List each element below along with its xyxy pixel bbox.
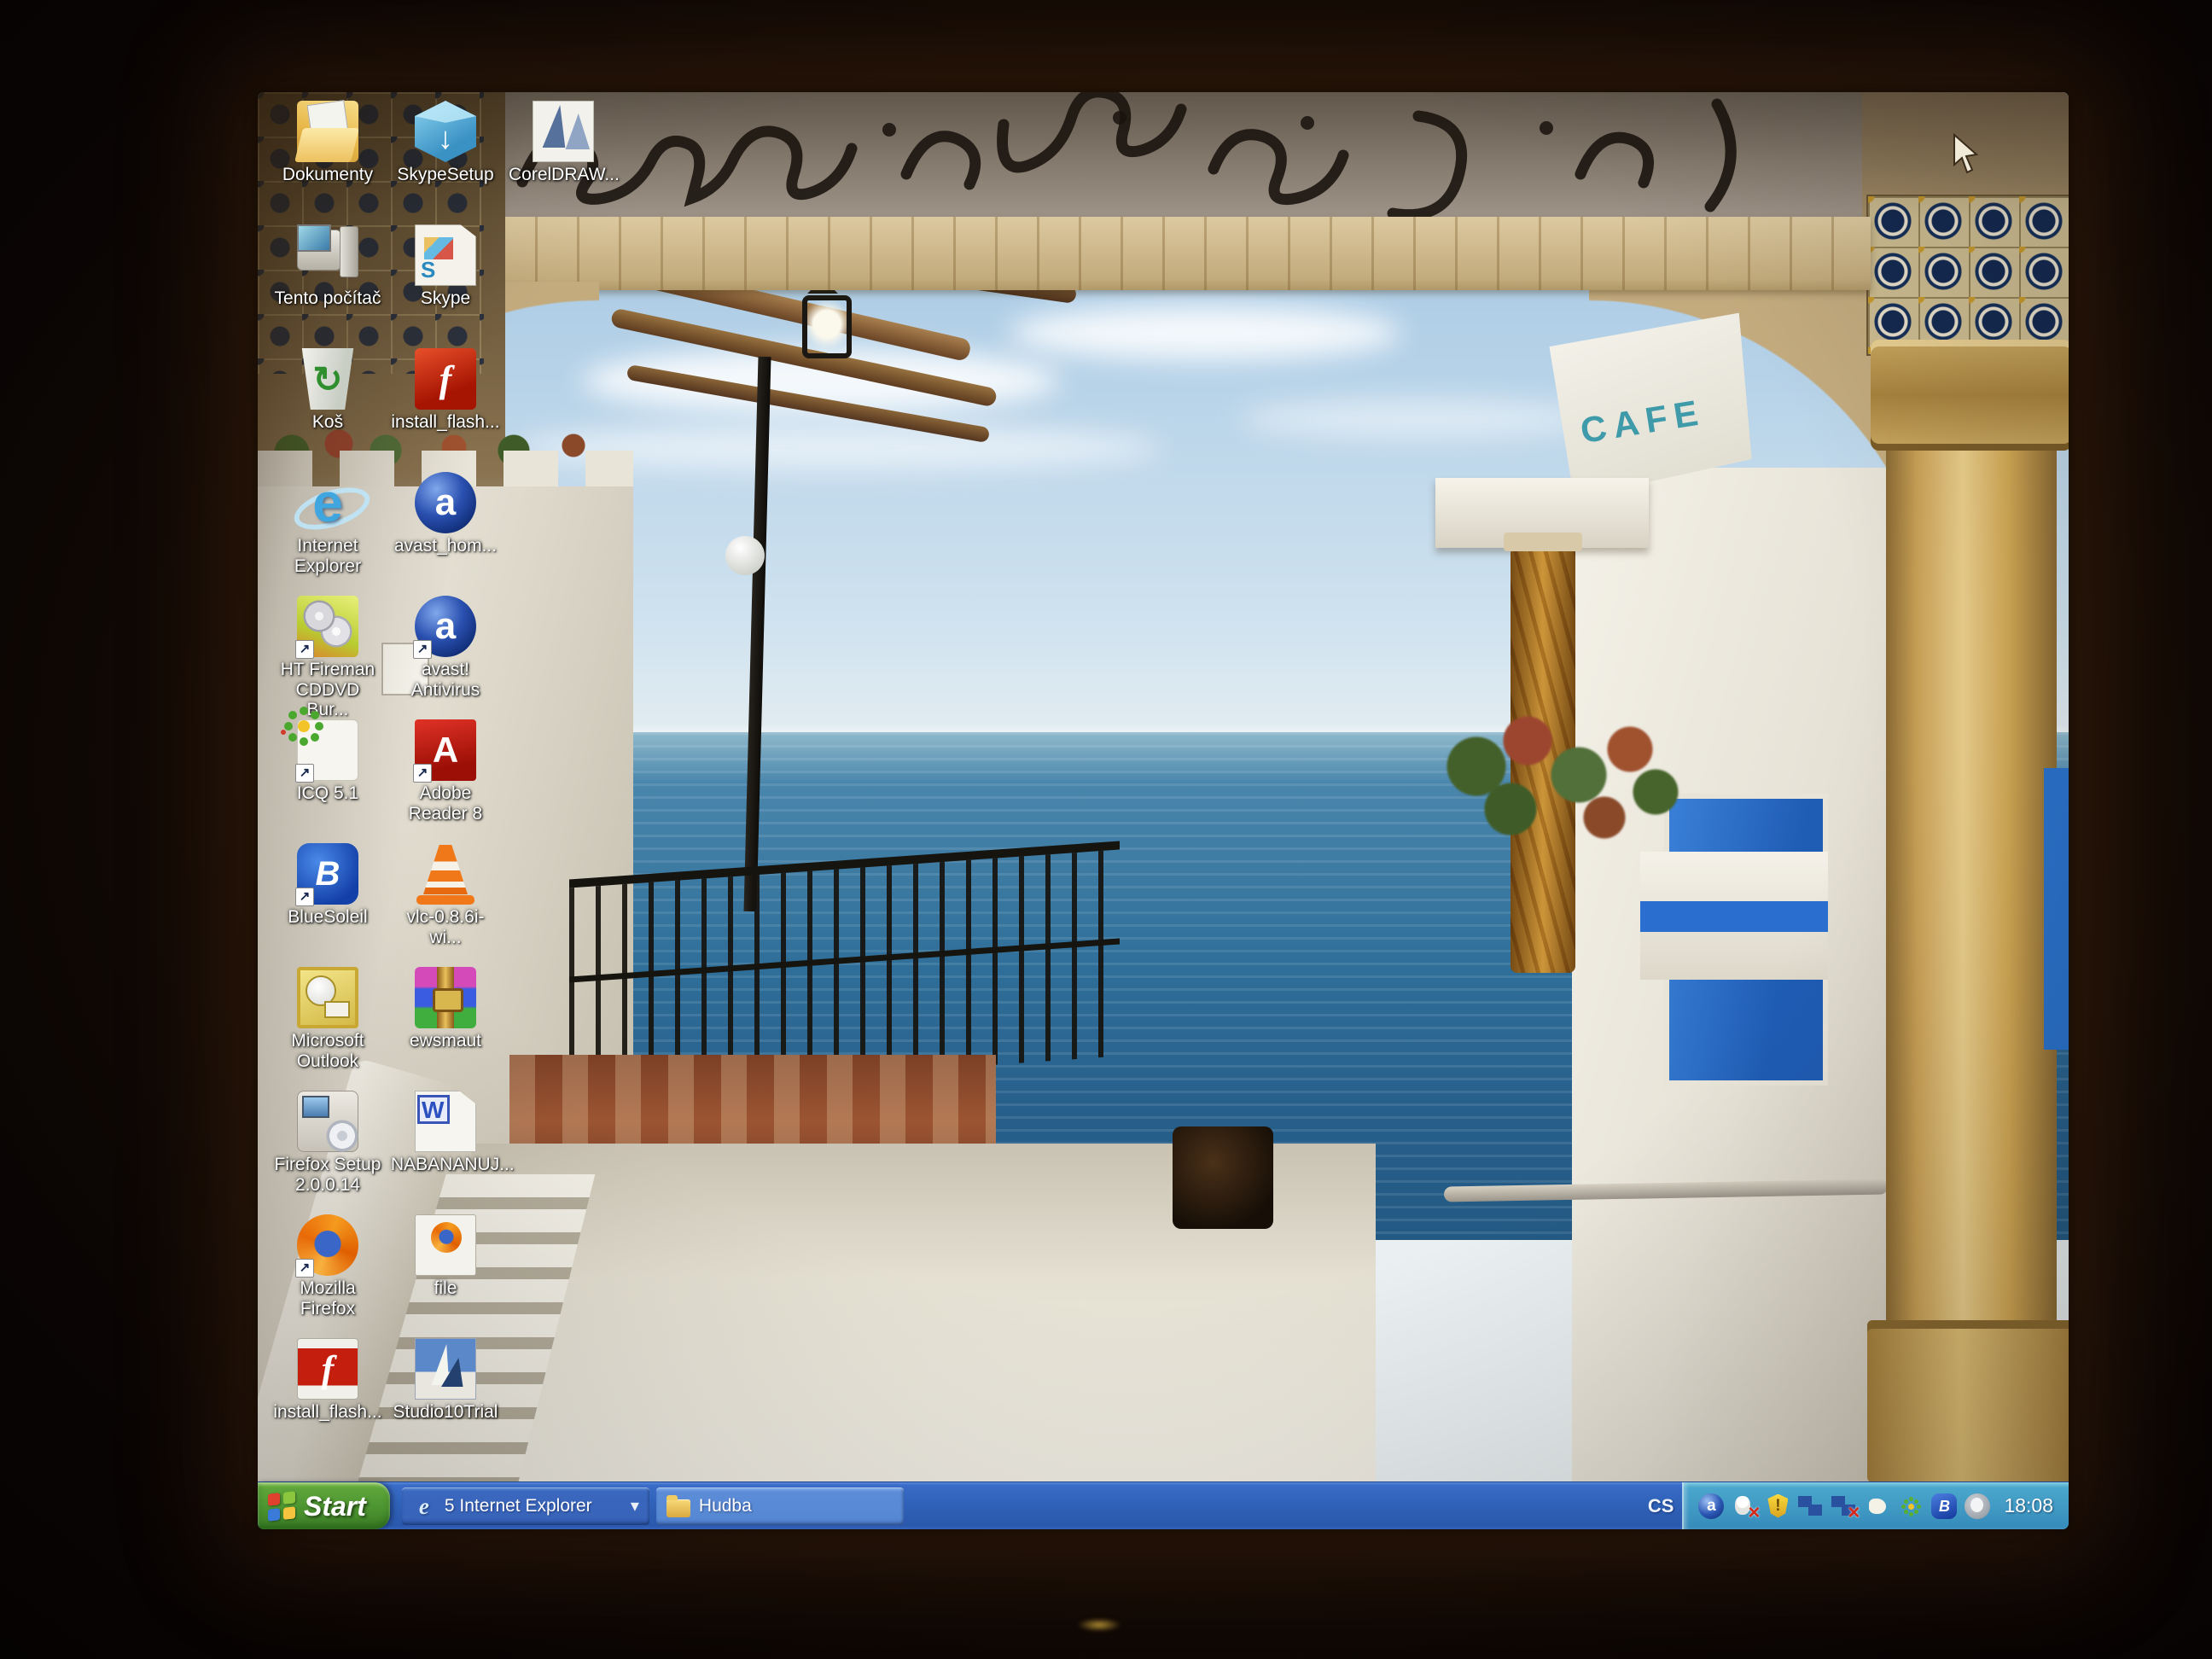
desktop-icon-label: avast_hom... xyxy=(391,536,500,556)
alert-x-icon[interactable] xyxy=(1732,1493,1757,1519)
internet-explorer-icon: e xyxy=(297,472,358,533)
avast-tray-icon[interactable] xyxy=(1698,1493,1724,1519)
taskbar-button-label: 5 Internet Explorer xyxy=(445,1496,622,1516)
desktop-icon-label: Internet Explorer xyxy=(273,536,382,576)
desktop-icon-skypesetup[interactable]: ↓ SkypeSetup xyxy=(391,101,500,185)
dropdown-caret-icon: ▾ xyxy=(631,1495,639,1516)
taskbar-button-label: Hudba xyxy=(699,1496,894,1516)
tray-icons xyxy=(1691,1493,1990,1519)
word-doc-icon: W xyxy=(415,1091,476,1152)
winrar-icon xyxy=(415,967,476,1028)
desktop-icon-file[interactable]: file xyxy=(391,1214,500,1299)
icq-flower-icon[interactable] xyxy=(1898,1493,1924,1519)
moon-icon[interactable] xyxy=(1965,1493,1990,1519)
desktop-icon-avast-antivirus[interactable]: aavast! Antivirus xyxy=(391,596,500,700)
start-button[interactable]: Start xyxy=(258,1482,390,1529)
desktop-icon-bluesoleil[interactable]: BBlueSoleil xyxy=(273,843,382,928)
desktop-icon-label: Mozilla Firefox xyxy=(273,1278,382,1318)
desktop-icon-label: HT Fireman CDDVD Bur... xyxy=(273,660,382,720)
taskbar-windows: 5 Internet Explorer ▾ Hudba xyxy=(402,1487,904,1525)
desktop-icon-label: avast! Antivirus xyxy=(391,660,500,700)
desktop-icon-label: file xyxy=(391,1278,500,1299)
security-shield-icon[interactable] xyxy=(1765,1493,1790,1519)
recycle-bin-icon: ↻ xyxy=(297,348,358,410)
desktop-icon-label: ewsmaut xyxy=(391,1031,500,1051)
desktop-icon-label: NABANANUJ... xyxy=(391,1155,500,1175)
desktop-icon-label: Dokumenty xyxy=(273,165,382,185)
studio-icon xyxy=(415,1338,476,1400)
desktop-icon-install-flash[interactable]: finstall_flash... xyxy=(273,1338,382,1423)
taskbar-button-5-internet-explorer[interactable]: 5 Internet Explorer ▾ xyxy=(402,1487,649,1525)
corel-icon xyxy=(533,101,594,162)
bluetooth-icon: B xyxy=(297,843,358,905)
desktop-icon-label: SkypeSetup xyxy=(391,165,500,185)
wallpaper-vignette xyxy=(258,92,2069,1482)
flash-file-icon: f xyxy=(297,1338,358,1400)
desktop-icon-adobe-reader-8[interactable]: AAdobe Reader 8 xyxy=(391,719,500,824)
desktop-icon-label: CorelDRAW... xyxy=(509,165,618,185)
taskbar-button-hudba[interactable]: Hudba xyxy=(656,1487,904,1525)
flash-cube-icon: f xyxy=(415,348,476,410)
desktop-icon-label: vlc-0.8.6i-wi... xyxy=(391,907,500,947)
desktop-icon-label: Skype xyxy=(391,288,500,309)
desktop-icon-icq-5-1[interactable]: ICQ 5.1 xyxy=(273,719,382,804)
outlook-icon xyxy=(297,967,358,1028)
folder-documents-icon xyxy=(297,101,358,162)
desktop-icon-label: Tento počítač xyxy=(273,288,382,309)
folder-icon xyxy=(667,1499,690,1517)
cd-burner-icon xyxy=(297,596,358,657)
windows-logo-icon xyxy=(268,1491,295,1521)
desktop-icon-avast-hom[interactable]: a avast_hom... xyxy=(391,472,500,556)
monitor-screen: CAFE xyxy=(258,92,2069,1529)
desktop-icon-ewsmaut[interactable]: ewsmaut xyxy=(391,967,500,1051)
desktop-icon-microsoft-outlook[interactable]: Microsoft Outlook xyxy=(273,967,382,1071)
desktop-icon-label: ICQ 5.1 xyxy=(273,783,382,804)
adobe-reader-icon: A xyxy=(415,719,476,781)
desktop-icon-label: Koš xyxy=(273,412,382,433)
my-computer-icon xyxy=(297,224,358,286)
desktop-icon-ht-fireman-cddvd-bur[interactable]: HT Fireman CDDVD Bur... xyxy=(273,596,382,720)
language-indicator[interactable]: CS xyxy=(1648,1497,1674,1516)
avast-ball-icon: a xyxy=(415,472,476,533)
desktop-icon-label: Firefox Setup 2.0.0.14 xyxy=(273,1155,382,1195)
avast-ball-icon: a xyxy=(415,596,476,657)
installer-cd-icon xyxy=(297,1091,358,1152)
desktop[interactable]: CAFE xyxy=(258,92,2069,1482)
desktop-icon-tento-po-ta[interactable]: Tento počítač xyxy=(273,224,382,309)
firefox-icon xyxy=(297,1214,358,1276)
taskbar: Start 5 Internet Explorer ▾ Hudba CS 18:08 xyxy=(258,1481,2069,1529)
desktop-icon-studio10trial[interactable]: Studio10Trial xyxy=(391,1338,500,1423)
ie-icon xyxy=(412,1494,436,1518)
desktop-icon-vlc-0-8-6i-wi[interactable]: vlc-0.8.6i-wi... xyxy=(391,843,500,947)
setup-box-icon: ↓ xyxy=(415,101,476,162)
desktop-icon-install-flash[interactable]: finstall_flash... xyxy=(391,348,500,433)
desktop-icon-nabananuj[interactable]: W NABANANUJ... xyxy=(391,1091,500,1175)
icq-icon xyxy=(297,719,358,781)
desktop-icon-firefox-setup-2-0-0-14[interactable]: Firefox Setup 2.0.0.14 xyxy=(273,1091,382,1195)
mouse-cursor-icon xyxy=(1952,133,1982,174)
desktop-icon-ko[interactable]: ↻Koš xyxy=(273,348,382,433)
start-button-label: Start xyxy=(304,1493,366,1520)
network-icon[interactable] xyxy=(1798,1493,1824,1519)
desktop-icon-mozilla-firefox[interactable]: Mozilla Firefox xyxy=(273,1214,382,1318)
desktop-icon-label: BlueSoleil xyxy=(273,907,382,928)
firefox-doc-icon xyxy=(415,1214,476,1276)
desktop-icon-skype[interactable]: SSkype xyxy=(391,224,500,309)
desktop-icon-label: install_flash... xyxy=(391,412,500,433)
desktop-icon-label: Studio10Trial xyxy=(391,1402,500,1423)
photo-reflection xyxy=(1077,1618,1121,1632)
desktop-icon-label: Microsoft Outlook xyxy=(273,1031,382,1071)
system-tray: 18:08 xyxy=(1682,1482,2069,1529)
desktop-icon-internet-explorer[interactable]: eInternet Explorer xyxy=(273,472,382,576)
network-offline-icon[interactable] xyxy=(1831,1493,1857,1519)
vlc-cone-icon xyxy=(415,843,476,905)
desktop-icon-label: Adobe Reader 8 xyxy=(391,783,500,824)
desktop-icon-label: install_flash... xyxy=(273,1402,382,1423)
desktop-icon-coreldraw[interactable]: CorelDRAW... xyxy=(509,101,618,185)
volume-icon[interactable] xyxy=(1865,1493,1890,1519)
skype-file-icon: S xyxy=(415,224,476,286)
bluetooth-tray-icon[interactable] xyxy=(1931,1493,1957,1519)
desktop-icon-dokumenty[interactable]: Dokumenty xyxy=(273,101,382,185)
tray-clock[interactable]: 18:08 xyxy=(2004,1494,2053,1517)
